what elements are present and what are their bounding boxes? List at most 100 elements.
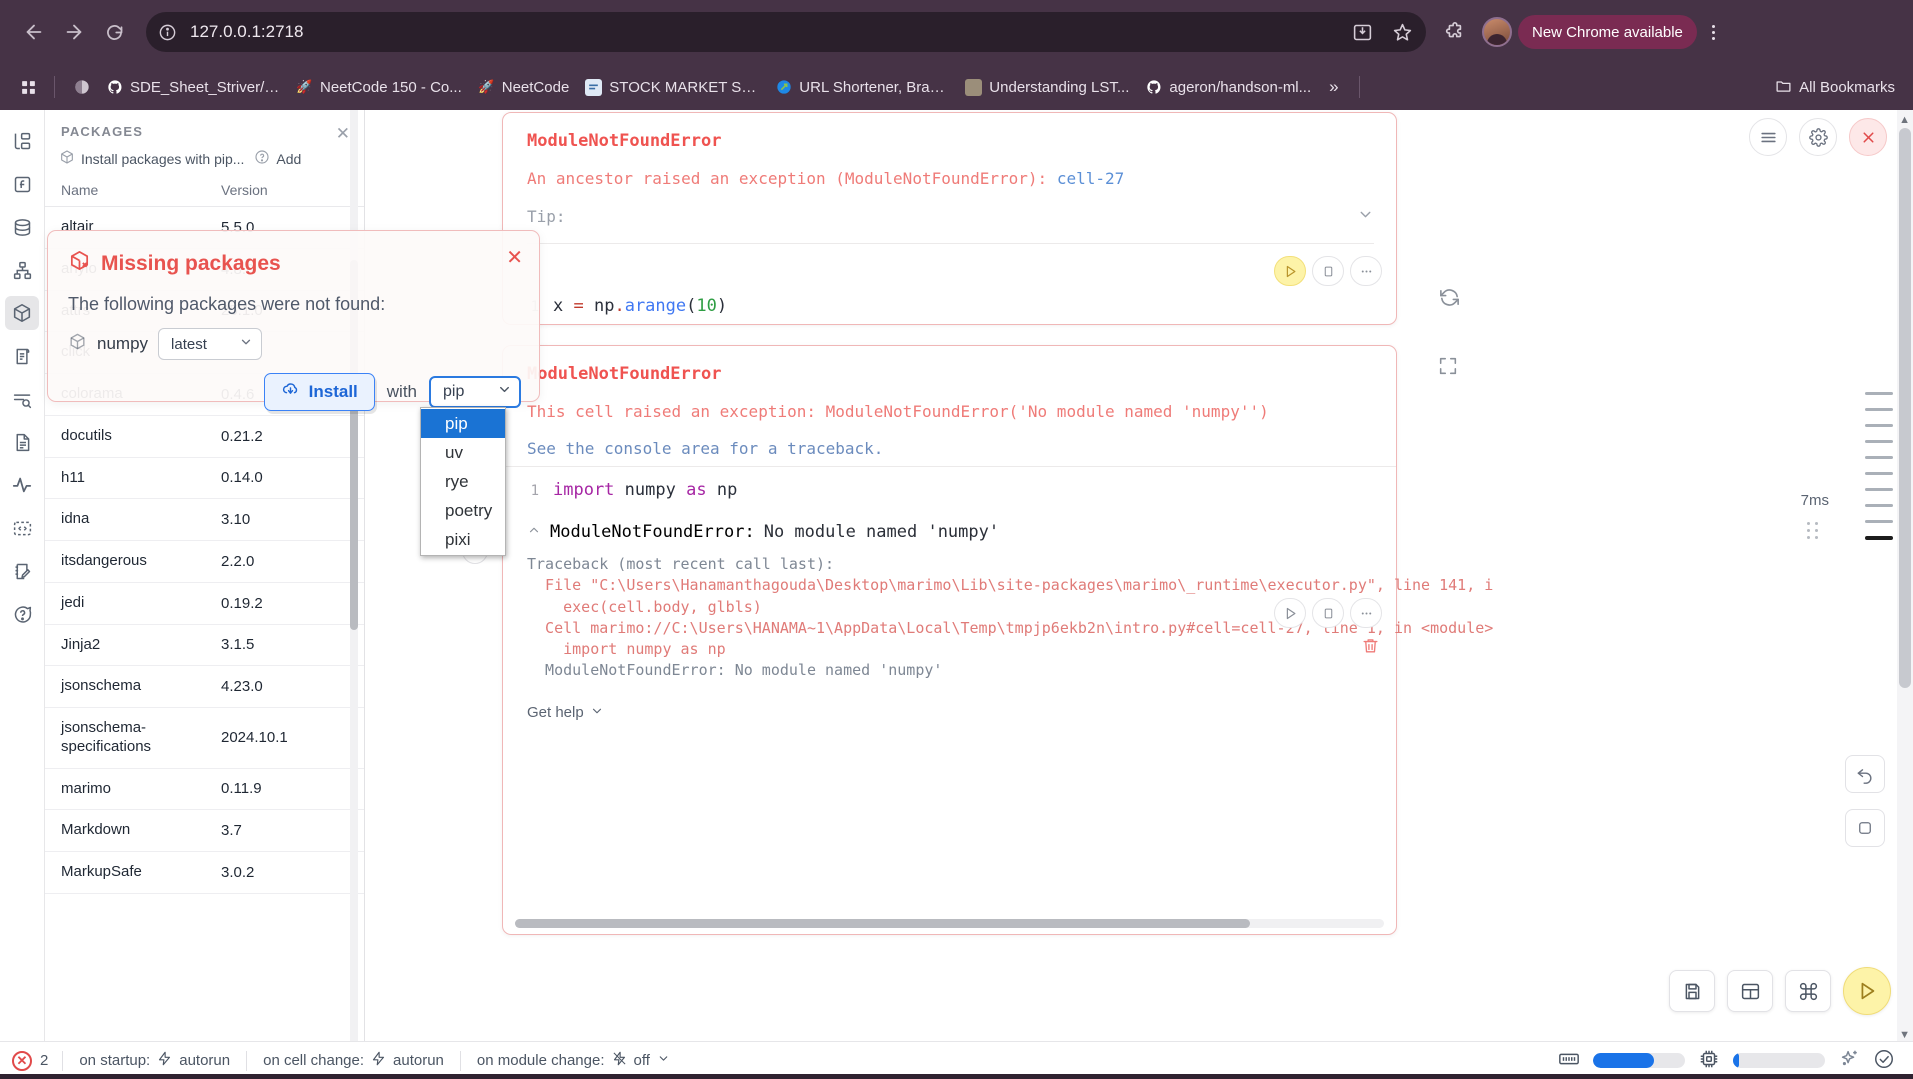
hamburger-menu-icon[interactable] [1749,118,1787,156]
dropdown-option-pixi[interactable]: pixi [421,525,505,554]
layout-button[interactable] [1727,970,1773,1012]
address-bar[interactable]: 127.0.0.1:2718 [146,12,1426,52]
sidebar-item-variables[interactable] [5,167,39,201]
package-row[interactable]: MarkupSafe 3.0.2 [45,852,364,894]
refresh-icon[interactable] [1438,286,1461,314]
bookmark-star-icon[interactable] [1384,14,1420,50]
check-circle-icon[interactable] [1873,1048,1895,1074]
stop-all-button[interactable] [1845,809,1885,847]
package-manager-dropdown[interactable]: pip uv rye poetry pixi [420,407,506,556]
package-row[interactable]: jsonschema-specifications 2024.10.1 [45,708,364,769]
sidebar-item-help[interactable] [5,597,39,631]
stop-cell-button[interactable] [1312,256,1344,286]
save-button[interactable] [1669,970,1715,1012]
bookmark-item-2[interactable]: 🚀 NeetCode 150 - Co... [288,76,470,99]
traceback-header[interactable]: ModuleNotFoundError: No module named 'nu… [527,522,1372,554]
package-row[interactable]: h11 0.14.0 [45,458,364,500]
apps-grid-icon[interactable] [12,72,44,102]
gear-icon[interactable] [1799,118,1837,156]
bookmarks-overflow-button[interactable]: » [1319,77,1348,97]
sidebar-item-documentation[interactable] [5,339,39,373]
sidebar-item-notebook-file[interactable] [5,425,39,459]
package-row[interactable]: itsdangerous 2.2.0 [45,541,364,583]
dropdown-option-uv[interactable]: uv [421,438,505,467]
sidebar-item-outline-search[interactable] [5,382,39,416]
cell-more-options-button[interactable] [1350,598,1382,628]
packages-panel-close-icon[interactable]: ✕ [336,124,350,144]
bookmark-item-5[interactable]: URL Shortener, Bran... [767,76,957,99]
minimap-line[interactable] [1865,392,1893,395]
minimap-line[interactable] [1865,408,1893,411]
close-icon[interactable] [1849,118,1887,156]
on-cell-change-setting[interactable]: on cell change: autorun [247,1051,460,1070]
minimap-line[interactable] [1865,488,1893,491]
cell-a-tip-row[interactable]: Tip: [527,206,1374,227]
install-button[interactable]: Install [263,373,375,411]
dropdown-option-rye[interactable]: rye [421,467,505,496]
bookmark-item-7[interactable]: ageron/handson-ml... [1137,76,1319,99]
all-bookmarks-button[interactable]: All Bookmarks [1775,77,1901,98]
package-row[interactable]: docutils 0.21.2 [45,416,364,458]
sidebar-item-snippets[interactable] [5,511,39,545]
on-startup-setting[interactable]: on startup: autorun [63,1051,246,1070]
sidebar-item-packages[interactable] [5,296,39,330]
sparkles-icon[interactable] [1838,1048,1860,1074]
extensions-icon[interactable] [1436,14,1472,50]
bookmark-item-6[interactable]: Understanding LST... [957,76,1137,99]
package-row[interactable]: Jinja2 3.1.5 [45,625,364,667]
on-module-change-setting[interactable]: on module change: off [461,1051,686,1070]
error-count-badge[interactable]: ✕ 2 [12,1050,62,1071]
scroll-down-arrow-icon[interactable]: ▼ [1899,1029,1910,1041]
notebook-scrollbar-track[interactable]: ▲ ▼ [1897,110,1913,1045]
sidebar-item-dependency-graph[interactable] [5,253,39,287]
back-arrow-icon[interactable] [14,12,54,52]
install-app-icon[interactable] [1344,14,1380,50]
notebook-scrollbar-thumb[interactable] [1899,128,1911,688]
new-chrome-available-button[interactable]: New Chrome available [1518,15,1697,49]
sidebar-item-scratchpad[interactable] [5,554,39,588]
minimap-line-current[interactable] [1865,536,1893,540]
minimap-line[interactable] [1865,520,1893,523]
command-palette-button[interactable] [1785,970,1831,1012]
version-select[interactable]: latest [158,328,263,360]
forward-arrow-icon[interactable] [54,12,94,52]
bookmark-item-3[interactable]: 🚀 NeetCode [470,76,578,99]
site-information-icon[interactable] [152,17,182,47]
package-row[interactable]: marimo 0.11.9 [45,769,364,811]
install-packages-action[interactable]: Install packages with pip... [59,149,244,168]
dialog-close-icon[interactable]: ✕ [506,245,523,270]
cell-horizontal-scrollbar-thumb[interactable] [515,919,1250,928]
bookmark-item-0[interactable] [65,76,98,99]
package-row[interactable]: jedi 0.19.2 [45,583,364,625]
undo-button[interactable] [1845,755,1885,793]
cell-drag-handle[interactable] [1807,522,1819,539]
sidebar-item-file-explorer[interactable] [5,124,39,158]
add-package-action[interactable]: Add [254,149,301,168]
notebook-minimap[interactable] [1865,392,1893,540]
bookmark-item-1[interactable]: SDE_Sheet_Striver/D... [98,76,288,99]
cell-horizontal-scrollbar-track[interactable] [515,919,1384,928]
notebook-cell-ancestor-error[interactable]: ModuleNotFoundError An ancestor raised a… [502,112,1397,325]
package-row[interactable]: Markdown 3.7 [45,810,364,852]
run-all-button[interactable] [1843,967,1891,1015]
minimap-line[interactable] [1865,440,1893,443]
chevron-down-icon[interactable] [1357,206,1374,227]
notebook-cell-import-numpy[interactable]: ModuleNotFoundError This cell raised an … [502,345,1493,935]
sidebar-item-tracing[interactable] [5,468,39,502]
package-row[interactable]: idna 3.10 [45,499,364,541]
package-manager-select[interactable]: pip [429,376,521,408]
cell-b-code-editor[interactable]: 1 import numpy as np [503,467,1396,514]
run-cell-button[interactable] [1274,598,1306,628]
dropdown-option-pip[interactable]: pip [421,409,505,438]
run-cell-button[interactable] [1274,256,1306,286]
dropdown-option-poetry[interactable]: poetry [421,496,505,525]
chrome-menu-icon[interactable] [1697,15,1731,49]
minimap-line[interactable] [1865,456,1893,459]
sidebar-item-data-sources[interactable] [5,210,39,244]
profile-avatar[interactable] [1482,17,1512,47]
reload-icon[interactable] [94,12,134,52]
minimap-line[interactable] [1865,504,1893,507]
delete-cell-icon[interactable] [1361,636,1380,660]
minimap-line[interactable] [1865,472,1893,475]
scroll-up-arrow-icon[interactable]: ▲ [1899,114,1910,126]
